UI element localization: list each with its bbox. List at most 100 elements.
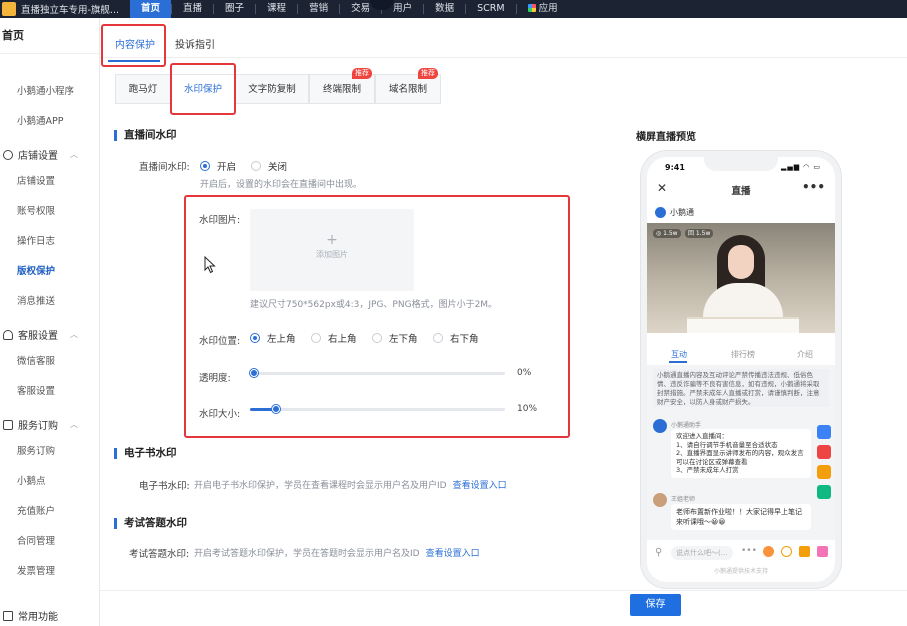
- gift-icon: [817, 425, 831, 439]
- opacity-slider[interactable]: [250, 369, 505, 377]
- exam-watermark-desc: 开启考试答题水印保护，学员在答题时会显示用户名及ID 查看设置入口: [194, 546, 480, 559]
- chevron-up-icon: ︿: [70, 150, 78, 159]
- presenter-image: [728, 245, 754, 279]
- sidebar-item-contract[interactable]: 合同管理: [17, 533, 55, 547]
- live-watermark-label: 直播间水印:: [139, 162, 190, 173]
- tab-text-copy-protect[interactable]: 文字防复制: [235, 74, 309, 104]
- phone-chat: 小鹅通直播内容及互动评论严禁传播违法违规、低俗色情、违反诈骗等不良有害信息，如有…: [647, 365, 835, 540]
- recommend-badge: 推荐: [352, 68, 372, 79]
- app-brand[interactable]: 直播独立车专用-旗舰...: [0, 2, 130, 16]
- tab-content-protection[interactable]: 内容保护: [115, 36, 155, 51]
- coupon-icon: [817, 465, 831, 479]
- radio-dot: [311, 333, 321, 343]
- radio-position-top-left[interactable]: 左上角: [250, 331, 296, 345]
- sidebar-item-mini-program[interactable]: 小鹅通小程序: [17, 83, 74, 97]
- phone-input-bar: ⚲ 说点什么吧～(… •••: [647, 540, 835, 566]
- upload-image-button[interactable]: + 添加图片: [250, 209, 414, 291]
- radio-dot: [200, 161, 210, 171]
- phone-tab-underline: [669, 361, 687, 363]
- size-label: 水印大小:: [199, 409, 241, 420]
- assistant-name: 小鹅通助手: [671, 422, 702, 429]
- shop-icon: [781, 546, 792, 557]
- sidebar-group-shop[interactable]: 店铺设置 ︿: [3, 147, 78, 162]
- sidebar-item-account-permission[interactable]: 账号权限: [17, 203, 55, 217]
- image-size-hint: 建议尺寸750*562px或4:3，JPG、PNG格式，图片小于2M。: [250, 300, 498, 310]
- phone-chat-input: 说点什么吧～(…: [671, 546, 733, 560]
- radio-position-top-right[interactable]: 右上角: [311, 331, 357, 345]
- list-icon: [3, 610, 13, 621]
- size-slider[interactable]: [250, 405, 505, 413]
- teacher-avatar: [653, 493, 667, 507]
- tab-marquee[interactable]: 跑马灯: [115, 74, 171, 104]
- status-time: 9:41: [665, 163, 685, 172]
- author-avatar: [655, 207, 666, 218]
- sidebar-home[interactable]: 首页: [0, 18, 99, 54]
- nav-scrm[interactable]: SCRM: [466, 0, 515, 18]
- phone-tab-rank: 排行榜: [731, 350, 755, 359]
- sidebar-group-label: 服务订购: [18, 421, 58, 432]
- nav-data[interactable]: 数据: [424, 0, 465, 18]
- sidebar-item-wechat-service[interactable]: 微信客服: [17, 353, 55, 367]
- sidebar-item-service-settings[interactable]: 客服设置: [17, 383, 55, 397]
- author-name: 小鹅通: [670, 208, 694, 217]
- nav-course[interactable]: 课程: [256, 0, 297, 18]
- sidebar-item-app[interactable]: 小鹅通APP: [17, 113, 63, 127]
- signal-wifi-battery-icon: ▂▄▆ ◠ ▭: [780, 163, 821, 171]
- radio-label: 开启: [217, 162, 237, 173]
- save-button[interactable]: 保存: [630, 594, 681, 616]
- sidebar-group-service[interactable]: 客服设置 ︿: [3, 327, 78, 342]
- sidebar-group-order[interactable]: 服务订购 ︿: [3, 417, 78, 432]
- brand-logo-icon: [2, 2, 16, 16]
- radio-watermark-off[interactable]: 关闭: [251, 159, 287, 173]
- primary-tabs: 内容保护 投诉指引: [100, 18, 907, 58]
- ebook-desc-text: 开启电子书水印保护，学员在查看课程时会显示用户名及用户ID: [194, 481, 447, 491]
- section-title-exam-watermark: 考试答题水印: [114, 518, 187, 529]
- nav-home[interactable]: 首页: [130, 0, 172, 18]
- nav-circle[interactable]: 圈子: [214, 0, 255, 18]
- exam-settings-link[interactable]: 查看设置入口: [426, 549, 480, 559]
- sidebar: 首页 小鹅通小程序 小鹅通APP 店铺设置 ︿ 店铺设置 账号权限 操作日志 版…: [0, 18, 100, 626]
- app-title: 直播独立车专用-旗舰...: [21, 5, 119, 16]
- ebook-settings-link[interactable]: 查看设置入口: [453, 481, 507, 491]
- nav-apps[interactable]: 应用: [517, 0, 569, 18]
- top-nav-bar: 直播独立车专用-旗舰... 首页 直播 圈子 课程 营销 交易 用户 数据 SC…: [0, 0, 907, 18]
- sidebar-group-common[interactable]: 常用功能: [3, 608, 58, 623]
- nav-marketing[interactable]: 营销: [298, 0, 339, 18]
- size-value: 10%: [517, 404, 538, 414]
- radio-dot: [433, 333, 443, 343]
- footer-bar: [100, 590, 907, 626]
- radio-position-bottom-left[interactable]: 左下角: [372, 331, 418, 345]
- active-tab-underline: [108, 60, 160, 62]
- nav-apps-label: 应用: [538, 3, 558, 14]
- sidebar-item-message-push[interactable]: 消息推送: [17, 293, 55, 307]
- tab-terminal-limit[interactable]: 终端限制 推荐: [309, 68, 375, 104]
- sidebar-item-copyright[interactable]: 版权保护: [17, 263, 55, 277]
- radio-watermark-on[interactable]: 开启: [200, 159, 236, 173]
- phone-preview: 9:41 ▂▄▆ ◠ ▭ ✕ 直播 ••• 小鹅通 ◎ 1.5w 回 1.5w …: [641, 151, 841, 588]
- nav-live[interactable]: 直播: [172, 0, 213, 18]
- cart-icon: [799, 546, 810, 557]
- teacher-message: 老师布置新作业啦！！大家记得早上笔记来听课哦～😀😀: [671, 504, 811, 530]
- sidebar-item-invoice[interactable]: 发票管理: [17, 563, 55, 577]
- sidebar-item-recharge[interactable]: 充值账户: [17, 503, 55, 517]
- ebook-watermark-label: 电子书水印:: [139, 481, 190, 492]
- tab-watermark[interactable]: 水印保护: [171, 74, 235, 104]
- sidebar-group-label: 店铺设置: [18, 151, 58, 162]
- sidebar-item-shop-settings[interactable]: 店铺设置: [17, 173, 55, 187]
- phone-header: ✕ 直播 •••: [647, 179, 835, 199]
- watermark-position-label: 水印位置:: [199, 336, 241, 347]
- sidebar-item-service-order[interactable]: 服务订购: [17, 443, 55, 457]
- order-icon: [3, 419, 13, 430]
- radio-dot: [250, 333, 260, 343]
- tab-domain-limit[interactable]: 域名限制 推荐: [375, 68, 441, 104]
- phone-call-icon: [763, 546, 774, 557]
- tab-complaint-guide[interactable]: 投诉指引: [175, 36, 215, 51]
- sidebar-item-points[interactable]: 小鹅点: [17, 473, 46, 487]
- radio-position-bottom-right[interactable]: 右下角: [433, 331, 479, 345]
- live-watermark-hint: 开启后，设置的水印会在直播间中出现。: [200, 180, 363, 190]
- present-icon: [817, 546, 828, 557]
- slider-handle[interactable]: [250, 369, 258, 377]
- chevron-up-icon: ︿: [70, 420, 78, 429]
- slider-handle[interactable]: [271, 405, 280, 413]
- sidebar-item-operation-log[interactable]: 操作日志: [17, 233, 55, 247]
